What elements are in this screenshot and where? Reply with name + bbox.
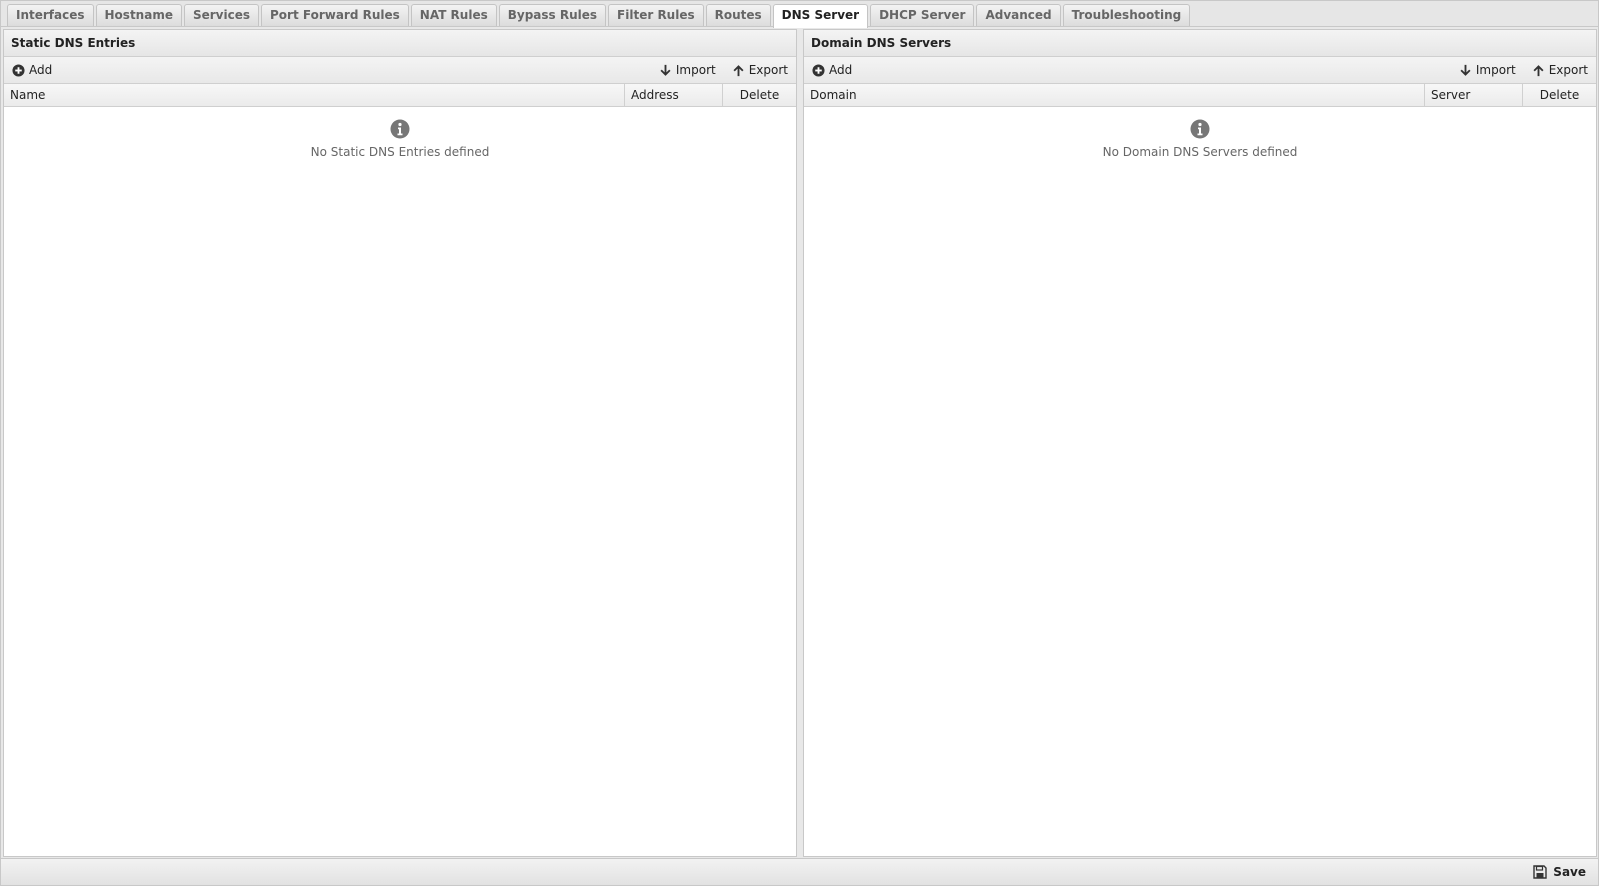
table-header: Name Address Delete: [4, 84, 796, 107]
panel-title: Domain DNS Servers: [804, 30, 1596, 57]
panel-toolbar: Add Import Export: [804, 57, 1596, 84]
column-delete[interactable]: Delete: [723, 84, 796, 106]
tab-port-forward-rules[interactable]: Port Forward Rules: [261, 4, 409, 26]
tab-dns-server[interactable]: DNS Server: [772, 4, 869, 28]
arrow-down-icon: [1460, 64, 1471, 76]
tab-filter-rules[interactable]: Filter Rules: [608, 4, 704, 26]
panel-title: Static DNS Entries: [4, 30, 796, 57]
tab-advanced[interactable]: Advanced: [976, 4, 1061, 26]
plus-circle-icon: [12, 63, 25, 77]
tab-bypass-rules[interactable]: Bypass Rules: [498, 4, 607, 26]
save-label: Save: [1553, 865, 1586, 879]
tab-dhcp-server[interactable]: DHCP Server: [870, 4, 975, 26]
tab-routes[interactable]: Routes: [705, 4, 771, 26]
arrow-up-icon: [733, 64, 744, 76]
table-header: Domain Server Delete: [804, 84, 1596, 107]
floppy-disk-icon: [1533, 865, 1547, 879]
import-label: Import: [675, 63, 716, 77]
tab-interfaces[interactable]: Interfaces: [7, 4, 94, 26]
tab-hostname[interactable]: Hostname: [95, 4, 182, 26]
arrow-down-icon: [660, 64, 671, 76]
info-circle-icon: [1190, 119, 1210, 139]
column-domain[interactable]: Domain: [804, 84, 1425, 106]
plus-circle-icon: [812, 63, 825, 77]
add-label: Add: [829, 63, 853, 77]
import-domain-dns-button[interactable]: Import: [1457, 63, 1518, 77]
footer-bar: Save: [1, 858, 1598, 885]
tab-bar: Interfaces Hostname Services Port Forwar…: [1, 1, 1598, 28]
add-static-dns-button[interactable]: Add: [10, 63, 54, 77]
empty-message: No Domain DNS Servers defined: [1102, 145, 1298, 159]
empty-state: No Static DNS Entries defined: [4, 107, 796, 159]
export-label: Export: [1548, 63, 1588, 77]
column-name[interactable]: Name: [4, 84, 625, 106]
save-button[interactable]: Save: [1533, 865, 1586, 879]
panel-toolbar: Add Import Export: [4, 57, 796, 84]
export-label: Export: [748, 63, 788, 77]
domain-dns-panel: Domain DNS Servers Add Import Export Dom…: [803, 29, 1597, 857]
column-server[interactable]: Server: [1425, 84, 1523, 106]
static-dns-panel: Static DNS Entries Add Import Export Nam…: [3, 29, 797, 857]
export-static-dns-button[interactable]: Export: [730, 63, 790, 77]
arrow-up-icon: [1533, 64, 1544, 76]
column-delete[interactable]: Delete: [1523, 84, 1596, 106]
app-window: Interfaces Hostname Services Port Forwar…: [0, 0, 1599, 886]
tab-nat-rules[interactable]: NAT Rules: [410, 4, 497, 26]
import-static-dns-button[interactable]: Import: [657, 63, 718, 77]
info-circle-icon: [390, 119, 410, 139]
tab-services[interactable]: Services: [183, 4, 259, 26]
import-label: Import: [1475, 63, 1516, 77]
empty-state: No Domain DNS Servers defined: [804, 107, 1596, 159]
export-domain-dns-button[interactable]: Export: [1530, 63, 1590, 77]
add-label: Add: [29, 63, 53, 77]
tab-troubleshooting[interactable]: Troubleshooting: [1062, 4, 1191, 26]
column-address[interactable]: Address: [625, 84, 723, 106]
add-domain-dns-button[interactable]: Add: [810, 63, 854, 77]
empty-message: No Static DNS Entries defined: [310, 145, 490, 159]
